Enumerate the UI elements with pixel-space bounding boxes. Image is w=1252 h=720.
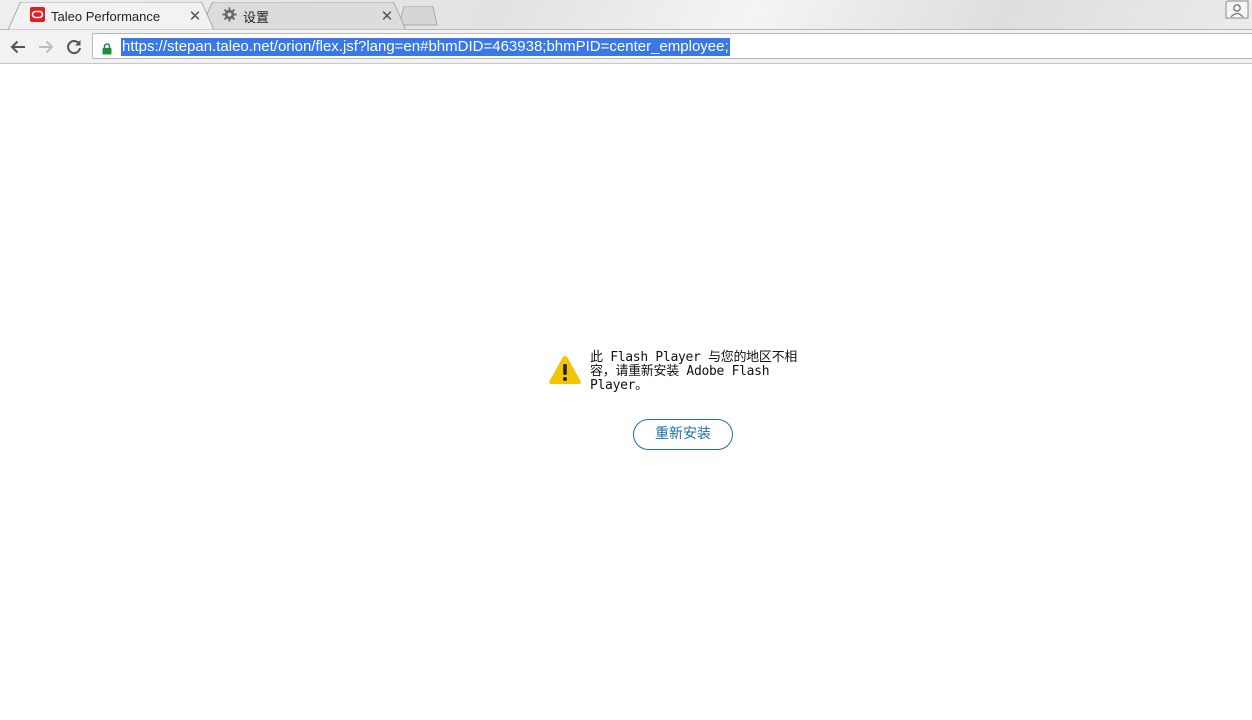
back-button[interactable] (8, 37, 28, 57)
flash-message: 此 Flash Player 与您的地区不相容，请重新安装 Adobe Flas… (590, 350, 797, 393)
arrow-right-icon (39, 40, 54, 54)
tab-title: Taleo Performance (51, 8, 161, 24)
address-bar[interactable]: https://stepan.taleo.net/orion/flex.jsf?… (92, 33, 1252, 59)
tab-strip: Taleo Performance ✕ 设置 ✕ (0, 0, 1252, 30)
reinstall-button[interactable]: 重新安装 (633, 419, 733, 450)
tab-settings[interactable]: 设置 ✕ (200, 2, 406, 30)
browser-toolbar: https://stepan.taleo.net/orion/flex.jsf?… (0, 30, 1252, 64)
url-text[interactable]: https://stepan.taleo.net/orion/flex.jsf?… (121, 38, 730, 56)
tab-taleo-performance[interactable]: Taleo Performance ✕ (8, 2, 214, 30)
reload-button[interactable] (64, 37, 84, 57)
tab-title: 设置 (243, 9, 270, 25)
profile-icon[interactable] (1224, 0, 1250, 24)
reload-icon (67, 40, 81, 55)
warning-icon (548, 354, 582, 390)
gear-icon (222, 6, 237, 26)
arrow-left-icon (10, 40, 25, 54)
oracle-logo-icon (30, 6, 45, 26)
close-tab-icon[interactable]: ✕ (380, 9, 394, 24)
forward-button[interactable] (36, 37, 56, 57)
close-tab-icon[interactable]: ✕ (188, 9, 202, 24)
lock-icon[interactable] (102, 40, 112, 59)
